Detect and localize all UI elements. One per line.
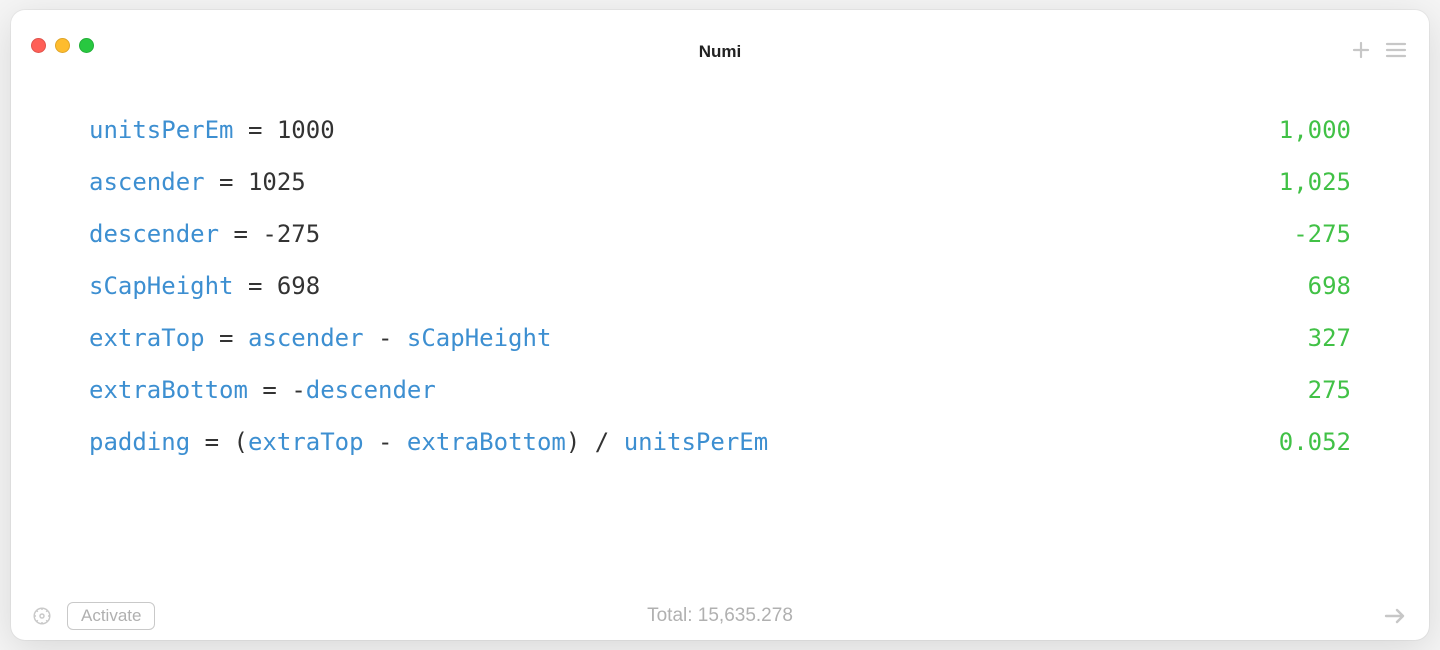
token-num: 698: [277, 272, 320, 300]
result-value: -275: [1263, 222, 1351, 246]
zoom-button[interactable]: [79, 38, 94, 53]
total-label: Total: 15,635.278: [647, 605, 793, 627]
token-op: =: [190, 428, 233, 456]
token-num: 1000: [277, 116, 335, 144]
token-var: descender: [89, 220, 219, 248]
token-par: ): [566, 428, 580, 456]
expression[interactable]: extraTop = ascender - sCapHeight: [89, 326, 551, 350]
token-op: =: [205, 168, 248, 196]
titlebar-actions: [1351, 40, 1407, 60]
token-op: -: [364, 324, 407, 352]
expression[interactable]: extraBottom = -descender: [89, 378, 436, 402]
footer: Activate Total: 15,635.278: [11, 592, 1429, 640]
token-var: descender: [306, 376, 436, 404]
result-value: 1,000: [1249, 118, 1351, 142]
expression[interactable]: descender = -275: [89, 222, 320, 246]
editor-line[interactable]: padding = (extraTop - extraBottom) / uni…: [89, 430, 1351, 454]
editor-line[interactable]: extraBottom = -descender 275: [89, 378, 1351, 402]
minimize-button[interactable]: [55, 38, 70, 53]
token-op: -: [262, 220, 276, 248]
editor[interactable]: unitsPerEm = 1000 1,000 ascender = 1025 1,0…: [11, 62, 1429, 592]
result-value: 327: [1278, 326, 1351, 350]
arrow-right-icon[interactable]: [1383, 606, 1407, 626]
titlebar: Numi: [11, 10, 1429, 62]
token-op: /: [580, 428, 623, 456]
token-op: =: [234, 272, 277, 300]
result-value: 698: [1278, 274, 1351, 298]
token-num: 1025: [248, 168, 306, 196]
activate-button[interactable]: Activate: [67, 602, 155, 630]
token-var: extraBottom: [89, 376, 248, 404]
editor-line[interactable]: sCapHeight = 698698: [89, 274, 1351, 298]
token-var: extraTop: [89, 324, 205, 352]
traffic-lights: [31, 38, 94, 53]
editor-line[interactable]: ascender = 1025 1,025: [89, 170, 1351, 194]
token-op: -: [364, 428, 407, 456]
token-op: -: [291, 376, 305, 404]
expression[interactable]: sCapHeight = 698: [89, 274, 320, 298]
token-par: (: [234, 428, 248, 456]
token-op: =: [205, 324, 248, 352]
editor-line[interactable]: descender = -275-275: [89, 222, 1351, 246]
close-button[interactable]: [31, 38, 46, 53]
result-value: 0.052: [1249, 430, 1351, 454]
token-var: extraBottom: [407, 428, 566, 456]
result-value: 1,025: [1249, 170, 1351, 194]
token-var: ascender: [89, 168, 205, 196]
expression[interactable]: unitsPerEm = 1000: [89, 118, 335, 142]
gear-icon[interactable]: [31, 605, 53, 627]
expression[interactable]: ascender = 1025: [89, 170, 306, 194]
result-value: 275: [1278, 378, 1351, 402]
token-var: ascender: [248, 324, 364, 352]
token-var: padding: [89, 428, 190, 456]
add-icon[interactable]: [1351, 40, 1371, 60]
window-title: Numi: [699, 42, 742, 62]
menu-icon[interactable]: [1385, 40, 1407, 60]
app-window: Numi unitsPerEm = 1000 1,000 ascender = 10…: [11, 10, 1429, 640]
token-var: unitsPerEm: [624, 428, 769, 456]
token-var: sCapHeight: [407, 324, 552, 352]
token-var: unitsPerEm: [89, 116, 234, 144]
editor-line[interactable]: unitsPerEm = 1000 1,000: [89, 118, 1351, 142]
token-op: =: [248, 376, 291, 404]
token-num: 275: [277, 220, 320, 248]
token-var: extraTop: [248, 428, 364, 456]
editor-line[interactable]: extraTop = ascender - sCapHeight 327: [89, 326, 1351, 350]
token-op: =: [219, 220, 262, 248]
expression[interactable]: padding = (extraTop - extraBottom) / uni…: [89, 430, 768, 454]
token-var: sCapHeight: [89, 272, 234, 300]
token-op: =: [234, 116, 277, 144]
